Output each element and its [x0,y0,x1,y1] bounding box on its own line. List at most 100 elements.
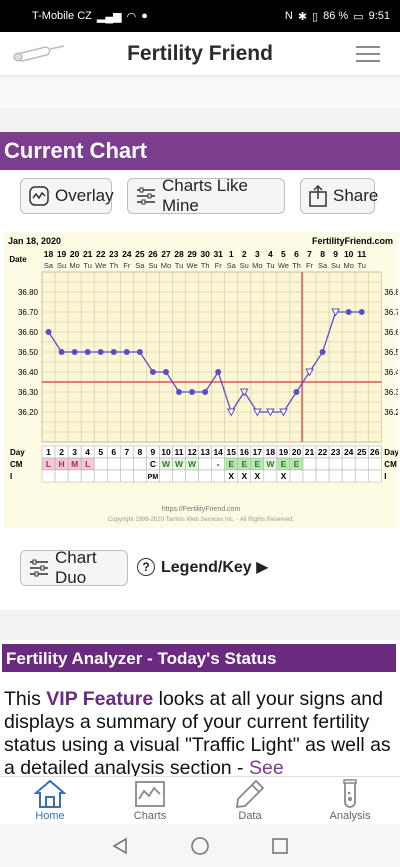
weekday-label: Sa [318,261,328,270]
y-tick-right: 36.30 [384,388,398,397]
temperature-point [58,349,65,355]
date-label: 22 [96,249,106,259]
bbt-chart[interactable]: Jan 18, 2020 FertilityFriend.com Date 18 S… [4,232,400,528]
share-label: Share [333,186,379,205]
share-button[interactable]: Share [300,178,379,214]
legend-key-link[interactable]: ? Legend/Key ▶ [137,557,268,577]
cm-cell [133,457,147,471]
nav-home[interactable]: Home [0,777,100,824]
intercourse-cell [93,469,108,483]
y-tick-right: 36.20 [384,408,398,417]
nfc-icon: N [284,10,293,22]
app-bar: Fertility Friend [0,32,400,76]
menu-icon[interactable] [356,46,380,67]
weekday-label: Tu [357,261,365,270]
day-value: 2 [59,447,64,457]
temperature-point [136,349,143,355]
bottom-nav: Home Charts Data Analysis [0,776,400,824]
intercourse-cell [159,469,173,483]
y-tick-left: 36.80 [18,288,39,297]
intercourse-cell [302,469,317,483]
overlay-label: Overlay [55,186,114,205]
intercourse-cell [67,469,82,483]
battery-percent: 86 % [323,10,349,22]
vip-feature-label: VIP Feature [46,688,154,710]
date-label: 10 [344,249,354,259]
wifi-icon: ◠ [126,10,137,23]
legend-key-label: Legend/Key ▶ [161,559,269,576]
temperature-point [110,349,117,355]
weekday-label: Sa [44,261,54,270]
day-value: 3 [72,447,77,457]
intercourse-cell [54,469,69,483]
temperature-point [202,389,209,395]
intercourse-cell [263,469,278,483]
cm-cell [368,457,382,471]
home-circle-icon[interactable] [190,836,210,856]
cm-value: L [46,459,51,469]
cm-value: L [85,459,90,469]
y-tick-left: 36.50 [18,348,39,357]
weekday-label: Tu [175,261,183,270]
cm-value: E [281,459,287,469]
cm-value: W [175,459,184,469]
y-tick-left: 36.70 [18,308,39,317]
recents-icon[interactable] [271,837,289,855]
intercourse-cell [107,469,121,483]
date-label: 26 [148,249,158,259]
system-nav-bar [0,824,400,867]
top-spacer [0,78,400,108]
intercourse-cell [172,469,186,483]
cm-value: E [294,459,300,469]
nav-analysis[interactable]: Analysis [300,777,400,824]
date-label: 6 [294,249,299,259]
day-value: 21 [305,447,315,457]
cm-cell [341,457,356,471]
share-icon [309,185,327,207]
day-value: 8 [138,447,143,457]
intercourse-cell [211,469,225,483]
y-tick-left: 36.20 [18,408,39,417]
temperature-point [45,329,52,335]
cm-value: E [241,459,247,469]
status-bar: T-Mobile CZ ▂▄▆ ◠ ● N ✱ ▯ 86 % ▭ 9:51 [0,0,400,32]
date-label: 20 [70,249,80,259]
charts-like-mine-button[interactable]: Charts Like Mine [127,176,285,215]
day-value: 10 [161,447,171,457]
date-label: 21 [83,249,93,259]
date-label: 7 [307,249,312,259]
intercourse-value: X [241,471,247,481]
intercourse-cell [368,469,382,483]
signal-icon: ▂▄▆ [96,10,122,23]
day-value: 22 [318,447,328,457]
app-notification-icon: ● [141,10,148,22]
temperature-point [215,369,222,375]
chart-icon [135,781,165,807]
date-label: 30 [200,249,210,259]
weekday-label: Th [292,261,301,270]
cm-cell [107,457,121,471]
nav-data[interactable]: Data [200,777,300,824]
back-icon[interactable] [111,837,129,855]
temperature-point [123,349,130,355]
sliders-icon [137,187,155,205]
analyzer-description: This VIP Feature looks at all your signs… [4,688,391,779]
nav-charts[interactable]: Charts [100,777,200,824]
temperature-point [84,349,91,355]
fertility-analyzer-section: Fertility Analyzer - Today's Status This… [0,640,400,779]
overlay-icon [29,186,49,206]
intercourse-cell [354,469,369,483]
temperature-point [176,389,183,395]
day-row-label-right: Day [384,448,398,457]
date-label: 25 [135,249,145,259]
chart-duo-button[interactable]: Chart Duo [20,548,128,587]
date-label: 29 [187,249,197,259]
temperature-point [149,369,156,375]
day-value: 1 [46,447,51,457]
date-label: 4 [268,249,273,259]
intercourse-cell [289,469,304,483]
overlay-button[interactable]: Overlay [20,178,114,214]
day-value: 7 [124,447,129,457]
day-value: 12 [187,447,197,457]
day-value: 16 [240,447,250,457]
